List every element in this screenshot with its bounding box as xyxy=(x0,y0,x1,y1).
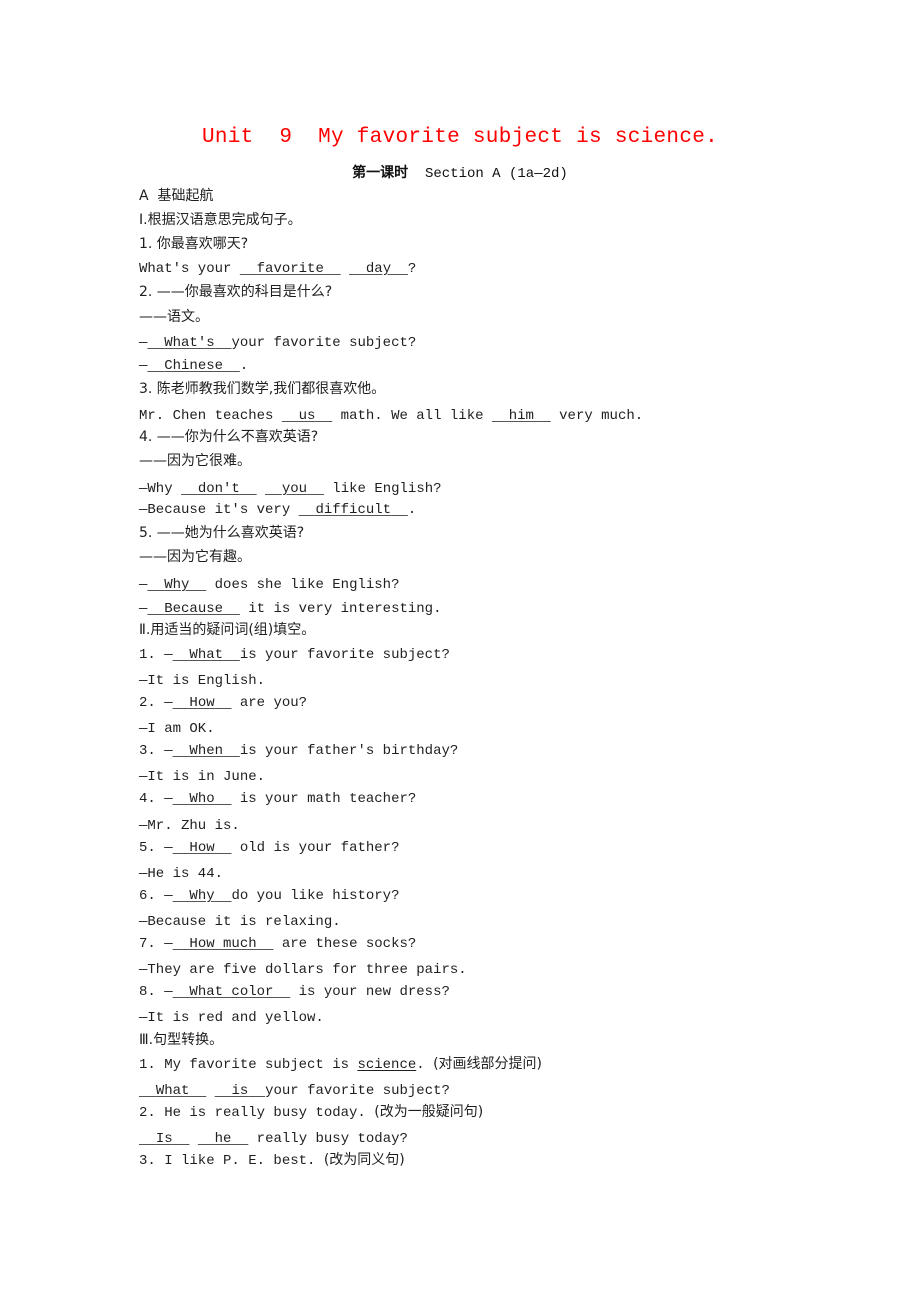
section-2-heading: Ⅱ.用适当的疑问词(组)填空。 xyxy=(139,622,316,638)
lesson-label: 第一课时 xyxy=(352,165,409,181)
section-label: Section A (1a—2d) xyxy=(408,166,568,182)
answer-blank: Because xyxy=(164,601,224,617)
s2-q8: 8. — What color is your new dress? xyxy=(139,984,450,1000)
s2-q2: 2. — How are you? xyxy=(139,695,308,711)
answer-blank: day xyxy=(365,261,392,277)
answer-blank: What's xyxy=(164,335,215,351)
s1-q4-answer-line-2: —Because it's very difficult . xyxy=(139,502,417,518)
underlined-word: science xyxy=(357,1057,417,1073)
section-1-heading: Ⅰ.根据汉语意思完成句子。 xyxy=(139,212,302,228)
answer-blank: Who xyxy=(189,791,215,807)
instruction: (改为一般疑问句) xyxy=(374,1104,484,1120)
answer-blank: What xyxy=(155,1083,190,1099)
s1-q1-prompt: 1. 你最喜欢哪天? xyxy=(139,236,249,252)
s2-r1: —It is English. xyxy=(139,673,266,689)
s2-q5: 5. — How old is your father? xyxy=(139,840,400,856)
answer-blank: don't xyxy=(197,481,240,497)
s1-q5-sub: ——因为它有趣。 xyxy=(139,549,251,565)
s2-q6: 6. — Why do you like history? xyxy=(139,888,400,904)
s2-q1: 1. — What is your favorite subject? xyxy=(139,647,450,663)
s2-r6: —Because it is relaxing. xyxy=(139,914,341,930)
answer-blank: you xyxy=(281,481,308,497)
s1-q4-sub: ——因为它很难。 xyxy=(139,453,251,469)
s2-r3: —It is in June. xyxy=(139,769,266,785)
lesson-subtitle: 第一课时 Section A (1a—2d) xyxy=(0,162,920,182)
s1-q5-prompt: 5. ——她为什么喜欢英语? xyxy=(139,525,305,541)
s3-q1-prompt: 1. My favorite subject is science. (对画线部… xyxy=(139,1056,542,1073)
s1-q4-answer-line-1: —Why don't you like English? xyxy=(139,481,442,497)
answer-blank: How xyxy=(189,840,215,856)
s3-q2-prompt: 2. He is really busy today. (改为一般疑问句) xyxy=(139,1104,484,1121)
answer-blank: When xyxy=(189,743,224,759)
s1-q2-prompt: 2. ——你最喜欢的科目是什么? xyxy=(139,284,333,300)
s2-q7: 7. — How much are these socks? xyxy=(139,936,417,952)
section-3-heading: Ⅲ.句型转换。 xyxy=(139,1032,224,1048)
answer-blank: Is xyxy=(155,1131,173,1147)
s2-q4: 4. — Who is your math teacher? xyxy=(139,791,417,807)
answer-blank: is xyxy=(231,1083,249,1099)
part-a-label: A 基础起航 xyxy=(139,188,214,204)
s1-q3-prompt: 3. 陈老师教我们数学,我们都很喜欢他。 xyxy=(139,381,386,397)
answer-blank: Chinese xyxy=(164,358,224,374)
s2-r7: —They are five dollars for three pairs. xyxy=(139,962,467,978)
answer-blank: How much xyxy=(189,936,257,952)
s1-q1-answer-line: What's your favorite day ? xyxy=(139,261,417,277)
s3-q1-answer-line: What is your favorite subject? xyxy=(139,1082,450,1100)
s1-q2-sub: ——语文。 xyxy=(139,309,209,325)
s2-r8: —It is red and yellow. xyxy=(139,1010,324,1026)
instruction: (改为同义句) xyxy=(323,1152,405,1168)
answer-blank: What color xyxy=(189,984,274,1000)
answer-blank: How xyxy=(189,695,215,711)
answer-blank: Why xyxy=(189,888,215,904)
s3-q2-answer-line: Is he really busy today? xyxy=(139,1130,408,1148)
answer-blank: difficult xyxy=(315,502,392,518)
answer-blank: he xyxy=(214,1131,232,1147)
s1-q5-answer-line-2: — Because it is very interesting. xyxy=(139,601,442,617)
s2-r2: —I am OK. xyxy=(139,721,215,737)
s3-q3-prompt: 3. I like P. E. best. (改为同义句) xyxy=(139,1152,405,1169)
answer-blank: Why xyxy=(164,577,190,593)
s1-q2-answer-line-2: — Chinese . xyxy=(139,358,249,374)
s1-q2-answer-line-1: — What's your favorite subject? xyxy=(139,335,417,351)
s1-q4-prompt: 4. ——你为什么不喜欢英语? xyxy=(139,429,319,445)
answer-blank: him xyxy=(508,408,534,424)
unit-title: Unit 9 My favorite subject is science. xyxy=(201,126,719,149)
answer-blank: us xyxy=(298,408,316,424)
s1-q5-answer-line-1: — Why does she like English? xyxy=(139,577,400,593)
s2-r5: —He is 44. xyxy=(139,866,224,882)
text: What's your xyxy=(139,261,240,277)
instruction: (对画线部分提问) xyxy=(433,1056,542,1072)
answer-blank: What xyxy=(189,647,224,663)
s2-r4: —Mr. Zhu is. xyxy=(139,818,240,834)
s1-q3-answer-line: Mr. Chen teaches us math. We all like hi… xyxy=(139,408,644,424)
s2-q3: 3. — When is your father's birthday? xyxy=(139,743,459,759)
answer-blank: favorite xyxy=(256,261,324,277)
